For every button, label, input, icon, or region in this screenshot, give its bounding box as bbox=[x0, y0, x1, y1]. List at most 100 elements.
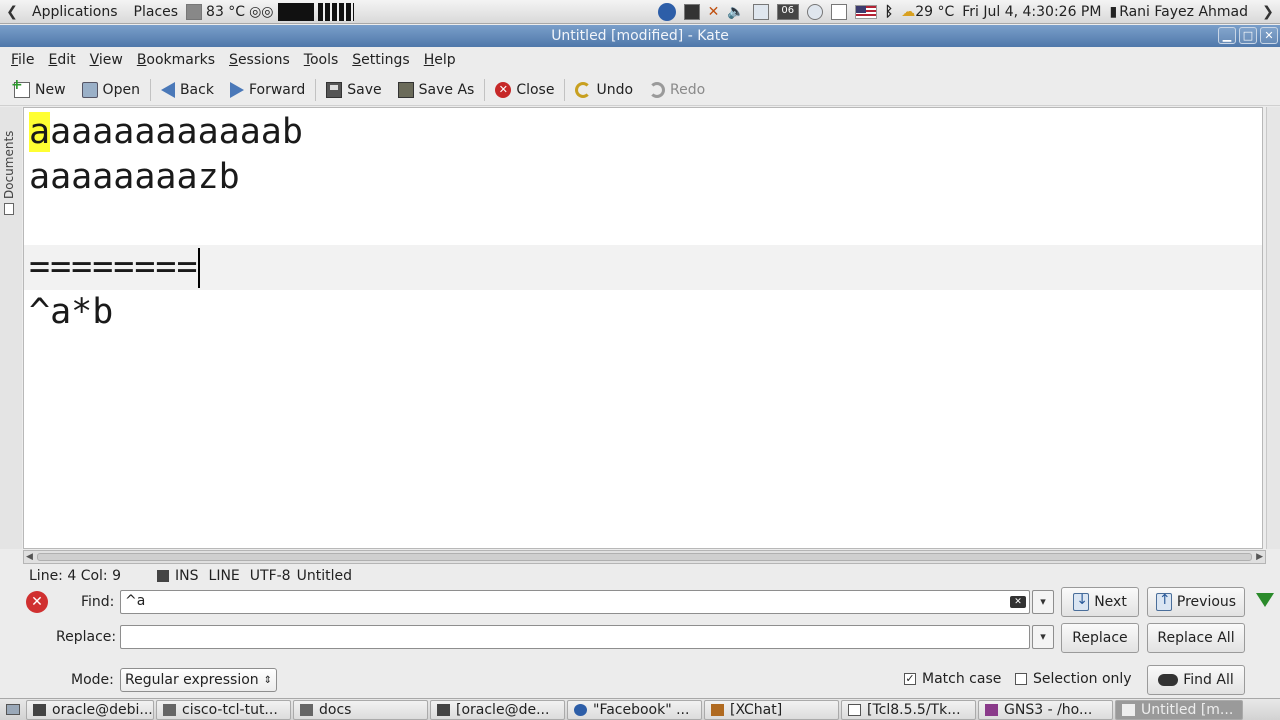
text-editor-area[interactable]: aaaaaaaaaaaab aaaaaaaazb ======== ^a*b bbox=[23, 107, 1263, 549]
desktop-icon bbox=[6, 704, 20, 715]
line-text: aaaaaaaazb bbox=[29, 157, 240, 197]
replace-all-button[interactable]: Replace All bbox=[1147, 623, 1245, 653]
taskbar-item-kate[interactable]: Untitled [m... bbox=[1115, 699, 1243, 720]
arrow-up-icon bbox=[1155, 592, 1172, 611]
previous-button[interactable]: Previous bbox=[1147, 587, 1245, 617]
taskbar-item-tcl[interactable]: [Tcl8.5.5/Tk... bbox=[841, 699, 976, 720]
editor-line-3[interactable] bbox=[29, 200, 1259, 245]
vertical-scrollbar[interactable] bbox=[1266, 107, 1280, 549]
forward-button[interactable]: Forward bbox=[222, 76, 313, 104]
documents-icon bbox=[4, 203, 14, 215]
menu-settings[interactable]: Settings bbox=[345, 52, 416, 68]
bluetooth-icon[interactable]: ᛒ bbox=[885, 4, 893, 20]
weather-label[interactable]: 29 °C bbox=[915, 4, 954, 20]
editor-line-5[interactable]: ^a*b bbox=[29, 290, 1259, 335]
menu-bookmarks[interactable]: Bookmarks bbox=[130, 52, 222, 68]
taskbar-item-terminal-1[interactable]: oracle@debi... bbox=[26, 699, 154, 720]
replace-history-dropdown[interactable]: ▾ bbox=[1032, 625, 1054, 649]
encoding[interactable]: UTF-8 bbox=[250, 568, 291, 584]
volume-icon[interactable]: 🔈 bbox=[727, 4, 744, 20]
panel-scroll-left-icon[interactable]: ❮ bbox=[0, 0, 24, 24]
update-icon[interactable] bbox=[806, 4, 823, 20]
menu-help[interactable]: Help bbox=[417, 52, 463, 68]
keyboard-layout-flag-icon[interactable] bbox=[854, 5, 877, 19]
menu-sessions[interactable]: Sessions bbox=[222, 52, 297, 68]
replace-input[interactable] bbox=[120, 625, 1030, 649]
editor-line-4-current[interactable]: ======== bbox=[24, 245, 1262, 290]
window-controls: ▁ □ ✕ bbox=[1218, 27, 1278, 44]
taskbar-item-terminal-2[interactable]: [oracle@de... bbox=[430, 699, 565, 720]
open-button[interactable]: Open bbox=[74, 76, 148, 104]
insert-mode[interactable]: INS bbox=[175, 568, 199, 584]
back-button[interactable]: Back bbox=[153, 76, 222, 104]
horizontal-scrollbar[interactable]: ◀ ▶ bbox=[23, 550, 1266, 564]
window-titlebar[interactable]: Untitled [modified] - Kate ▁ □ ✕ bbox=[0, 25, 1280, 47]
cpu-temp-icon bbox=[186, 3, 203, 20]
applications-menu[interactable]: Applications bbox=[24, 4, 126, 20]
clipboard-icon[interactable] bbox=[830, 4, 847, 20]
taskbar-item-gns3[interactable]: GNS3 - /ho... bbox=[978, 699, 1113, 720]
minimize-icon[interactable]: ▁ bbox=[1218, 27, 1236, 44]
scroll-left-icon[interactable]: ◀ bbox=[26, 552, 33, 562]
find-history-dropdown[interactable]: ▾ bbox=[1032, 590, 1054, 614]
maximize-icon[interactable]: □ bbox=[1239, 27, 1257, 44]
toolbar-separator bbox=[149, 78, 151, 101]
selection-mode[interactable]: LINE bbox=[209, 568, 240, 584]
find-all-button[interactable]: Find All bbox=[1147, 665, 1245, 695]
match-case-checkbox[interactable]: ✓ bbox=[904, 673, 916, 685]
editor-line-2[interactable]: aaaaaaaazb bbox=[29, 155, 1259, 200]
glasses-icon[interactable]: ◎◎ bbox=[249, 4, 273, 20]
match-case-option[interactable]: ✓ Match case bbox=[904, 671, 1001, 687]
save-button[interactable]: Save bbox=[318, 76, 389, 104]
new-button[interactable]: New bbox=[6, 76, 74, 104]
download-arrow-icon bbox=[1256, 593, 1274, 607]
redo-icon bbox=[649, 81, 666, 98]
close-search-icon[interactable]: ✕ bbox=[26, 591, 48, 613]
clock[interactable]: Fri Jul 4, 4:30:26 PM bbox=[962, 4, 1101, 20]
user-menu[interactable]: Rani Fayez Ahmad bbox=[1119, 4, 1248, 20]
taskbar-label: [oracle@de... bbox=[456, 701, 550, 718]
selection-only-label: Selection only bbox=[1033, 671, 1132, 687]
selection-only-checkbox[interactable] bbox=[1015, 673, 1027, 685]
close-window-icon[interactable]: ✕ bbox=[1260, 27, 1278, 44]
taskbar-label: GNS3 - /ho... bbox=[1004, 701, 1093, 718]
menu-tools[interactable]: Tools bbox=[297, 52, 346, 68]
calendar-icon[interactable]: 06 bbox=[776, 4, 799, 20]
taskbar-item-folder-1[interactable]: cisco-tcl-tut... bbox=[156, 699, 291, 720]
tools-icon[interactable]: ✕ bbox=[708, 4, 720, 20]
weather-icon[interactable]: ☁ bbox=[901, 4, 915, 20]
editor-line-1[interactable]: aaaaaaaaaaaab bbox=[29, 110, 1259, 155]
documents-tab[interactable]: Documents bbox=[2, 115, 16, 215]
close-button[interactable]: ✕ Close bbox=[487, 76, 562, 104]
next-label: Next bbox=[1094, 594, 1127, 610]
network-icon[interactable] bbox=[752, 4, 769, 20]
menu-view[interactable]: View bbox=[83, 52, 130, 68]
redo-button[interactable]: Redo bbox=[641, 76, 713, 104]
undo-button[interactable]: Undo bbox=[567, 76, 641, 104]
replace-button[interactable]: Replace bbox=[1061, 623, 1139, 653]
scroll-right-icon[interactable]: ▶ bbox=[1256, 552, 1263, 562]
next-button[interactable]: Next bbox=[1061, 587, 1139, 617]
taskbar-item-folder-2[interactable]: docs bbox=[293, 699, 428, 720]
scrollbar-thumb[interactable] bbox=[36, 553, 1253, 561]
panel-scroll-right-icon[interactable]: ❯ bbox=[1256, 0, 1280, 24]
undo-icon bbox=[575, 81, 592, 98]
places-menu[interactable]: Places bbox=[126, 4, 187, 20]
taskbar-item-xchat[interactable]: [XChat] bbox=[704, 699, 839, 720]
search-mode-select[interactable]: Regular expression ⇕ bbox=[120, 668, 277, 692]
folder-icon bbox=[163, 703, 176, 716]
cpu-graph-icon bbox=[277, 2, 314, 21]
menu-file[interactable]: File bbox=[4, 52, 41, 68]
browser-icon bbox=[574, 703, 587, 716]
new-document-icon bbox=[11, 77, 30, 98]
selection-only-option[interactable]: Selection only bbox=[1015, 671, 1132, 687]
taskbar-item-browser[interactable]: "Facebook" ... bbox=[567, 699, 702, 720]
show-desktop-button[interactable] bbox=[0, 700, 26, 720]
terminal-launcher-icon[interactable] bbox=[683, 4, 700, 20]
select-arrows-icon: ⇕ bbox=[263, 674, 272, 686]
find-input[interactable]: ^a bbox=[120, 590, 1030, 614]
save-as-button[interactable]: Save As bbox=[390, 76, 483, 104]
clear-find-icon[interactable]: ✕ bbox=[1010, 596, 1026, 608]
menu-edit[interactable]: Edit bbox=[41, 52, 82, 68]
browser-launcher-icon[interactable] bbox=[657, 3, 676, 21]
